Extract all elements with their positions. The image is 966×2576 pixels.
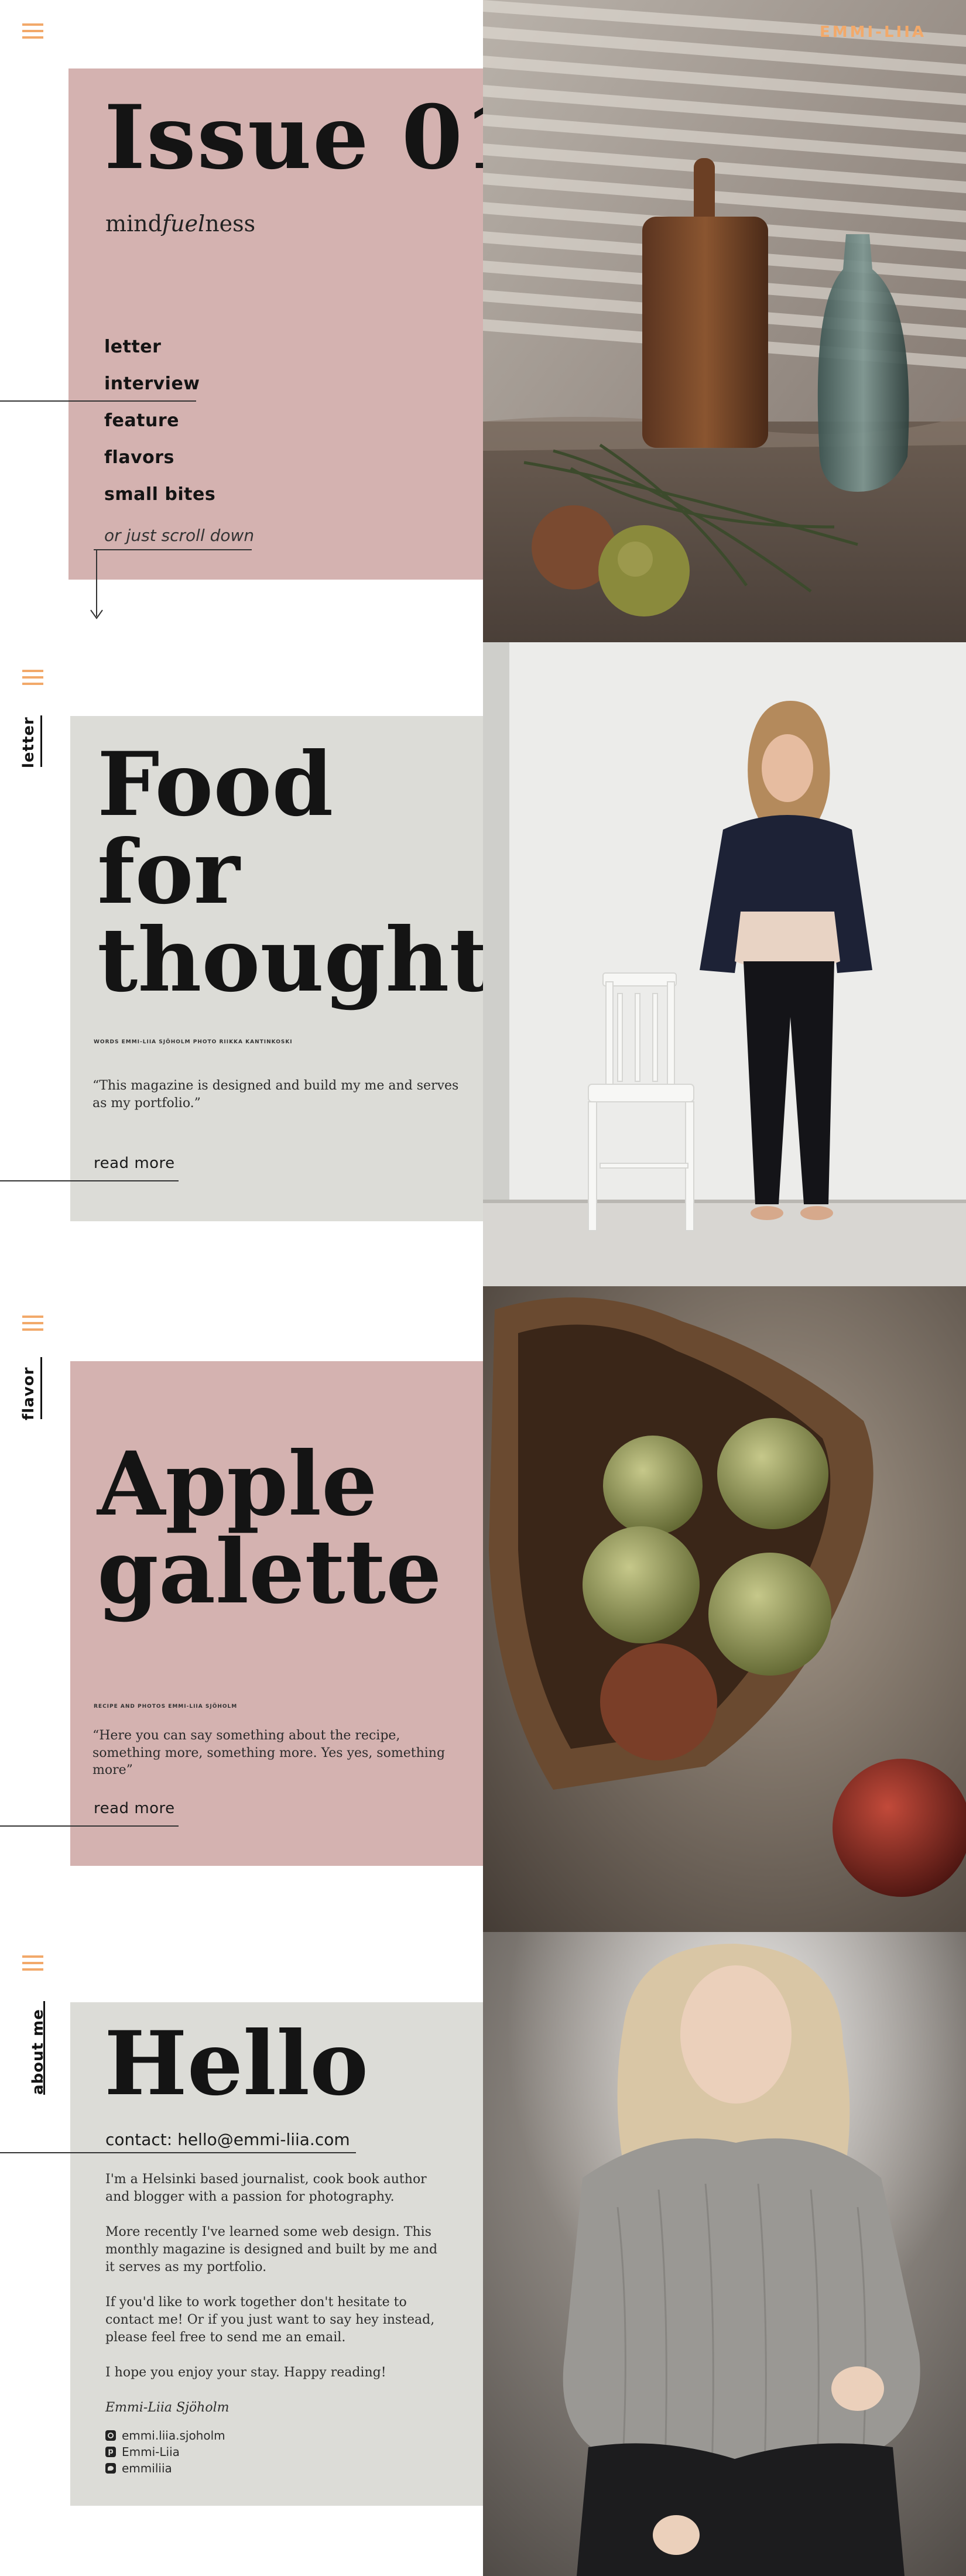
nav-item-small-bites[interactable]: small bites xyxy=(104,486,215,503)
flavor-read-more-link[interactable]: read more xyxy=(94,1800,175,1817)
about-paragraph: More recently I've learned some web desi… xyxy=(105,2225,438,2274)
instagram-icon xyxy=(105,2430,116,2441)
flavor-title: Apple galette xyxy=(97,1433,442,1623)
about-paragraph: I hope you enjoy your stay. Happy readin… xyxy=(105,2365,386,2380)
menu-icon[interactable] xyxy=(22,1955,43,1971)
flavor-credits: RECIPE AND PHOTOS EMMI-LIIA SJÖHOLM xyxy=(94,1704,238,1710)
brand-logo[interactable]: EMMI-LIIA xyxy=(820,23,926,41)
section-label-rule xyxy=(43,2001,45,2095)
scroll-hint[interactable]: or just scroll down xyxy=(104,526,254,545)
about-text: I'm a Helsinki based journalist, cook bo… xyxy=(105,2171,448,2417)
menu-icon[interactable] xyxy=(22,670,43,685)
hero-photo xyxy=(483,0,966,642)
letter-photo xyxy=(483,642,966,1286)
twitter-icon xyxy=(105,2463,116,2474)
read-more-rule xyxy=(0,1825,179,1827)
letter-title: Food for thought xyxy=(97,733,490,1012)
menu-icon[interactable] xyxy=(22,1316,43,1331)
section-label-letter: letter xyxy=(20,717,37,768)
about-title: Hello xyxy=(104,2012,369,2115)
social-link-twitter[interactable]: emmiliia xyxy=(105,2460,225,2476)
apples-photo xyxy=(483,1286,966,1932)
contact-rule xyxy=(0,2152,356,2153)
pinterest-icon: p xyxy=(105,2447,116,2457)
letter-read-more-link[interactable]: read more xyxy=(94,1155,175,1172)
section-label-rule xyxy=(40,1357,42,1419)
section-label-rule xyxy=(40,715,42,767)
social-links: emmi.liia.sjoholm p Emmi-Liia emmiliia xyxy=(105,2427,225,2476)
section-label-flavor: flavor xyxy=(20,1366,37,1420)
scroll-hint-rule xyxy=(94,549,252,550)
letter-quote: “This magazine is designed and build my … xyxy=(93,1078,459,1111)
read-more-rule xyxy=(0,1180,179,1181)
scroll-down-arrow-icon[interactable] xyxy=(88,549,105,621)
nav-item-interview[interactable]: interview xyxy=(104,375,200,393)
nav-active-rule xyxy=(0,400,196,402)
flavor-quote: “Here you can say something about the re… xyxy=(93,1728,446,1778)
nav-item-letter[interactable]: letter xyxy=(104,338,161,356)
contact-email-link[interactable]: contact: hello@emmi-liia.com xyxy=(105,2130,350,2149)
nav-item-flavors[interactable]: flavors xyxy=(104,449,174,467)
letter-credits: WORDS EMMI-LIIA SJÖHOLM PHOTO RIIKKA KAN… xyxy=(94,1039,293,1045)
social-link-pinterest[interactable]: p Emmi-Liia xyxy=(105,2444,225,2460)
issue-title: Issue 01 xyxy=(104,86,526,189)
issue-subtitle: mindfuelness xyxy=(105,211,256,237)
social-link-instagram[interactable]: emmi.liia.sjoholm xyxy=(105,2427,225,2444)
menu-icon[interactable] xyxy=(22,23,43,39)
portrait-photo xyxy=(483,1932,966,2576)
about-paragraph: If you'd like to work together don't hes… xyxy=(105,2295,435,2345)
nav-item-feature[interactable]: feature xyxy=(104,412,179,430)
signature: Emmi-Liia Sjöholm xyxy=(105,2400,229,2415)
about-paragraph: I'm a Helsinki based journalist, cook bo… xyxy=(105,2172,427,2204)
